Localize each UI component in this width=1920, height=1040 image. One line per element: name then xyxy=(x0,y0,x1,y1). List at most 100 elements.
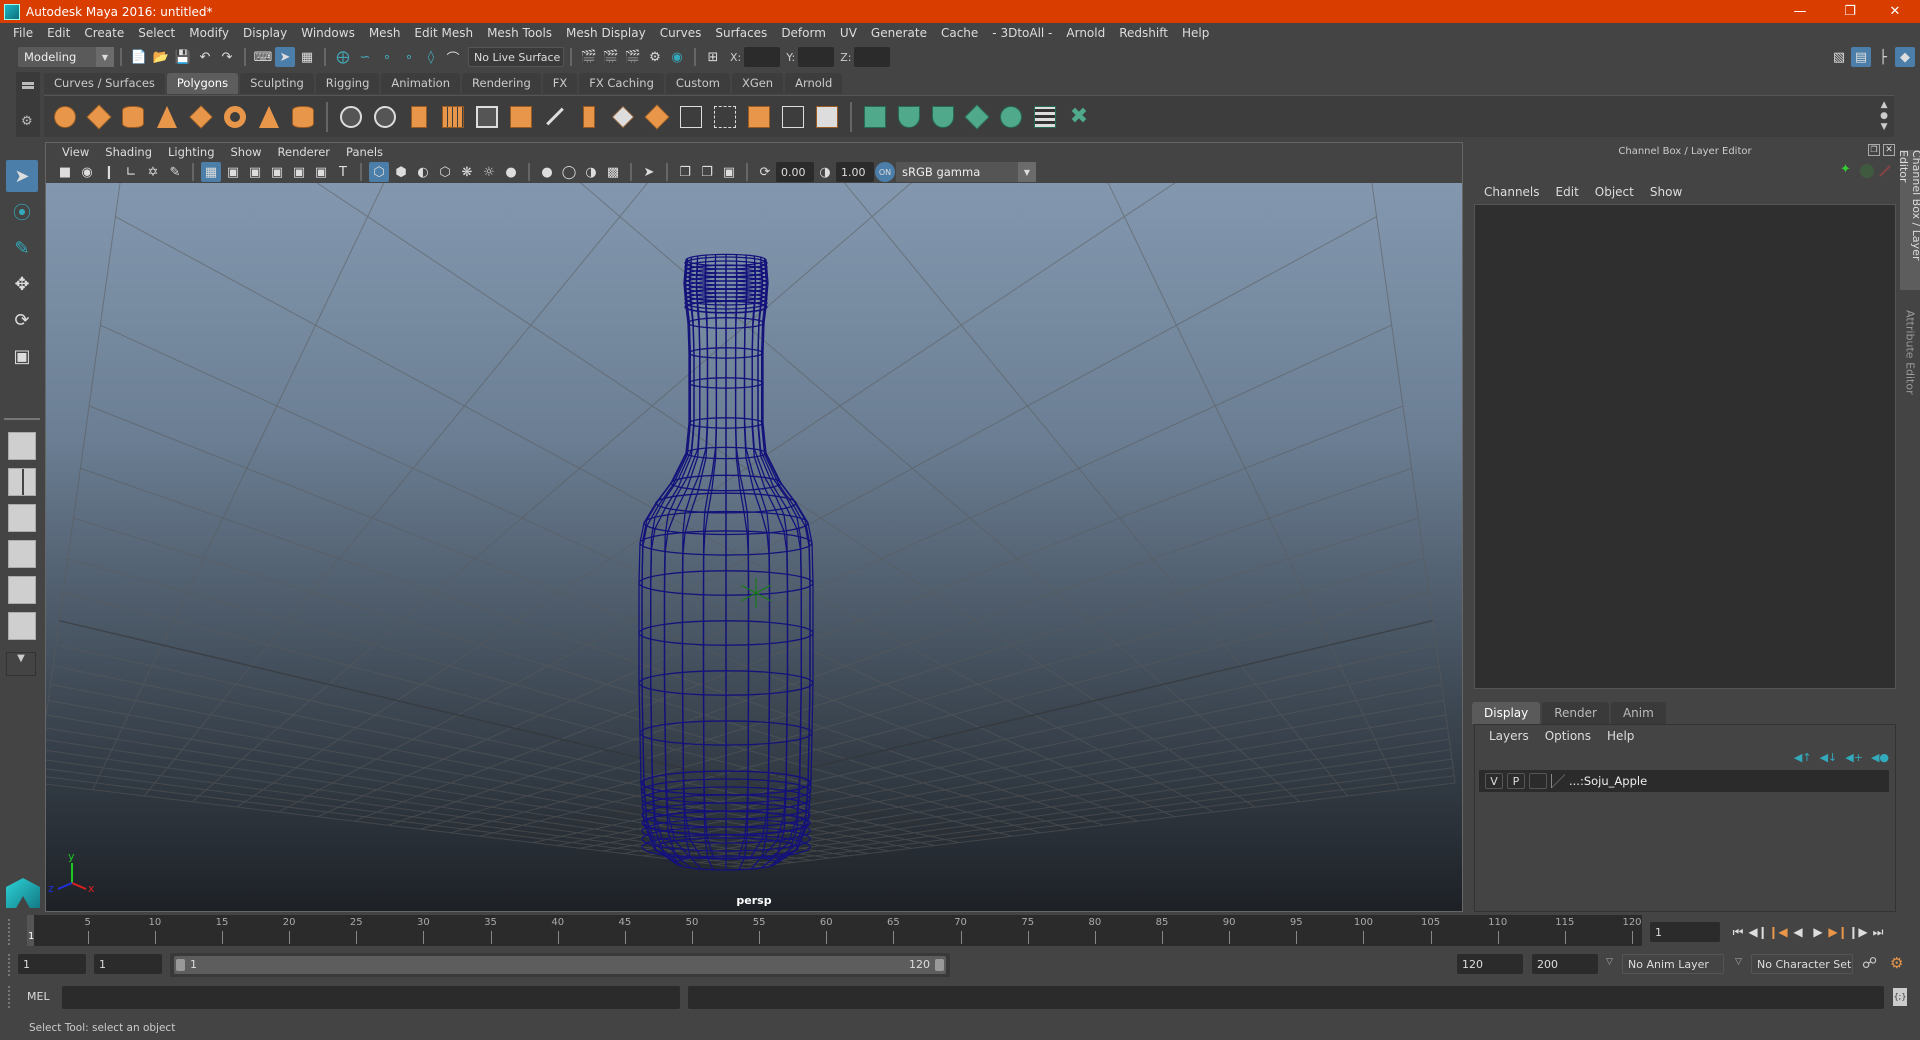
gate-mask-icon[interactable]: ▣ xyxy=(267,162,287,182)
restore-button[interactable]: ❐ xyxy=(1830,0,1870,23)
shelf-tab-curves-surfaces[interactable]: Curves / Surfaces xyxy=(44,73,165,94)
shelf-tab-sculpting[interactable]: Sculpting xyxy=(240,73,314,94)
go-to-end-icon[interactable]: ⏭ xyxy=(1868,922,1888,942)
poly-pipe-icon[interactable] xyxy=(289,103,317,131)
go-to-start-icon[interactable]: ⏮ xyxy=(1728,922,1748,942)
new-layer-selected-icon[interactable]: ◀● xyxy=(1871,751,1889,764)
shelf-tab-fx-caching[interactable]: FX Caching xyxy=(579,73,664,94)
layer-display-type-toggle[interactable] xyxy=(1529,773,1547,789)
channel-box-area[interactable] xyxy=(1474,204,1896,689)
drag-handle[interactable] xyxy=(8,986,12,1008)
poly-cone-icon[interactable] xyxy=(153,103,181,131)
shelf-tab-rendering[interactable]: Rendering xyxy=(462,73,541,94)
exposure-icon[interactable]: ⟳ xyxy=(755,162,775,182)
menu-file[interactable]: File xyxy=(6,26,40,40)
shaded-wireframe-icon[interactable]: ◐ xyxy=(413,162,433,182)
image-plane-icon[interactable]: ∟ xyxy=(121,162,141,182)
shelf-tab-custom[interactable]: Custom xyxy=(665,73,730,94)
layout-dropdown[interactable]: ▼ xyxy=(6,652,36,676)
shadows-icon[interactable]: ☼ xyxy=(479,162,499,182)
playback-end-input[interactable]: 120 xyxy=(1457,954,1523,974)
new-scene-icon[interactable]: 📄 xyxy=(129,47,149,67)
save-scene-icon[interactable]: 💾 xyxy=(173,47,193,67)
outliner-persp-layout-icon[interactable] xyxy=(8,504,36,532)
shelf-tab-animation[interactable]: Animation xyxy=(381,73,461,94)
shelf-tab-polygons[interactable]: Polygons xyxy=(166,73,239,94)
menu-mesh[interactable]: Mesh xyxy=(362,26,408,40)
live-surface-field[interactable]: No Live Surface xyxy=(468,47,564,67)
shelf-tab-fx[interactable]: FX xyxy=(542,73,578,94)
snap-point-icon[interactable]: ∘ xyxy=(377,47,397,67)
smooth-icon[interactable] xyxy=(439,103,467,131)
menu-surfaces[interactable]: Surfaces xyxy=(708,26,774,40)
step-forward-key-icon[interactable]: ❙▶ xyxy=(1848,922,1868,942)
motion-blur-icon[interactable]: ● xyxy=(537,162,557,182)
hyperbolic-icon[interactable] xyxy=(1879,165,1891,177)
xgen-character-icon[interactable]: ✖ xyxy=(1065,103,1093,131)
tab-render[interactable]: Render xyxy=(1542,702,1609,724)
combine-icon[interactable] xyxy=(337,103,365,131)
hypershade-icon[interactable]: ◉ xyxy=(667,47,687,67)
layer-color-swatch[interactable] xyxy=(1551,774,1565,788)
cylindrical-mapping-icon[interactable] xyxy=(779,103,807,131)
ambient-occlusion-icon[interactable]: ● xyxy=(501,162,521,182)
grease-pencil-icon[interactable]: ✎ xyxy=(165,162,185,182)
menu-show[interactable]: Show xyxy=(1642,185,1690,199)
move-layer-down-icon[interactable]: ◀↓ xyxy=(1820,751,1838,764)
transform-mode-icon[interactable]: ⊞ xyxy=(703,47,723,67)
field-chart-icon[interactable]: ▣ xyxy=(289,162,309,182)
xgen-rocks-icon[interactable] xyxy=(963,103,991,131)
xray-icon[interactable]: ➤ xyxy=(639,162,659,182)
close-panel-icon[interactable]: ✕ xyxy=(1883,144,1895,156)
menu-mesh-tools[interactable]: Mesh Tools xyxy=(480,26,559,40)
four-view-layout-icon[interactable] xyxy=(8,468,36,496)
exposure-input[interactable]: 0.00 xyxy=(776,162,814,182)
viewport-menu-view[interactable]: View xyxy=(54,145,97,159)
script-editor-icon[interactable]: {;} xyxy=(1893,988,1907,1006)
float-panel-icon[interactable]: ❐ xyxy=(1868,144,1880,156)
menu-windows[interactable]: Windows xyxy=(294,26,362,40)
anim-layer-dropdown[interactable]: No Anim Layer xyxy=(1622,954,1724,974)
render-settings-icon[interactable]: ⚙ xyxy=(645,47,665,67)
z-input[interactable] xyxy=(854,47,891,67)
render-view-icon[interactable]: 🎬 xyxy=(579,47,599,67)
menu-uv[interactable]: UV xyxy=(833,26,864,40)
paint-select-tool-icon[interactable]: ✎ xyxy=(6,232,38,264)
command-language-toggle[interactable]: MEL xyxy=(27,990,50,1003)
anim-layer-dropdown-arrow[interactable]: ▽ xyxy=(1606,957,1613,967)
shelf-tab-xgen[interactable]: XGen xyxy=(731,73,784,94)
ipr-render-icon[interactable]: 🎬 xyxy=(623,47,643,67)
snap-grid-icon[interactable]: ⨁ xyxy=(333,47,353,67)
x-input[interactable] xyxy=(744,47,781,67)
poly-cube-icon[interactable] xyxy=(85,103,113,131)
animation-preferences-icon[interactable]: ⚙ xyxy=(1890,954,1903,972)
safe-title-icon[interactable]: T xyxy=(333,162,353,182)
xgen-plant-icon[interactable] xyxy=(895,103,923,131)
multi-cut-icon[interactable] xyxy=(575,103,603,131)
redo-icon[interactable]: ↷ xyxy=(217,47,237,67)
2d-pan-zoom-icon[interactable]: ✡ xyxy=(143,162,163,182)
shelf-tab-arnold[interactable]: Arnold xyxy=(785,73,843,94)
perspective-view[interactable]: y x z persp xyxy=(46,183,1462,911)
backface-culling-icon[interactable]: ▣ xyxy=(719,162,739,182)
tab-display[interactable]: Display xyxy=(1472,702,1541,724)
drag-handle[interactable] xyxy=(8,919,12,945)
snap-view-plane-icon[interactable]: ∘ xyxy=(399,47,419,67)
select-by-hierarchy-icon[interactable]: ⌨ xyxy=(253,47,273,67)
menu-edit[interactable]: Edit xyxy=(40,26,77,40)
menu-generate[interactable]: Generate xyxy=(864,26,934,40)
use-all-lights-icon[interactable]: ❋ xyxy=(457,162,477,182)
y-input[interactable] xyxy=(798,47,835,67)
xgen-grow-icon[interactable] xyxy=(929,103,957,131)
step-back-key-icon[interactable]: ◀❙ xyxy=(1748,922,1768,942)
depth-of-field-icon[interactable]: ◑ xyxy=(581,162,601,182)
layer-visibility-toggle[interactable]: V xyxy=(1485,773,1503,789)
current-frame-input[interactable]: 1 xyxy=(1650,922,1720,942)
anti-aliasing-icon[interactable]: ◯ xyxy=(559,162,579,182)
auto-key-icon[interactable]: ☍ xyxy=(1862,954,1877,972)
uv-layout-icon[interactable] xyxy=(711,103,739,131)
menu-edit-mesh[interactable]: Edit Mesh xyxy=(407,26,480,40)
shelf-gear-icon[interactable]: ⚙ xyxy=(21,114,33,129)
play-backward-icon[interactable]: ◀ xyxy=(1788,922,1808,942)
render-frame-icon[interactable]: 🎬 xyxy=(601,47,621,67)
